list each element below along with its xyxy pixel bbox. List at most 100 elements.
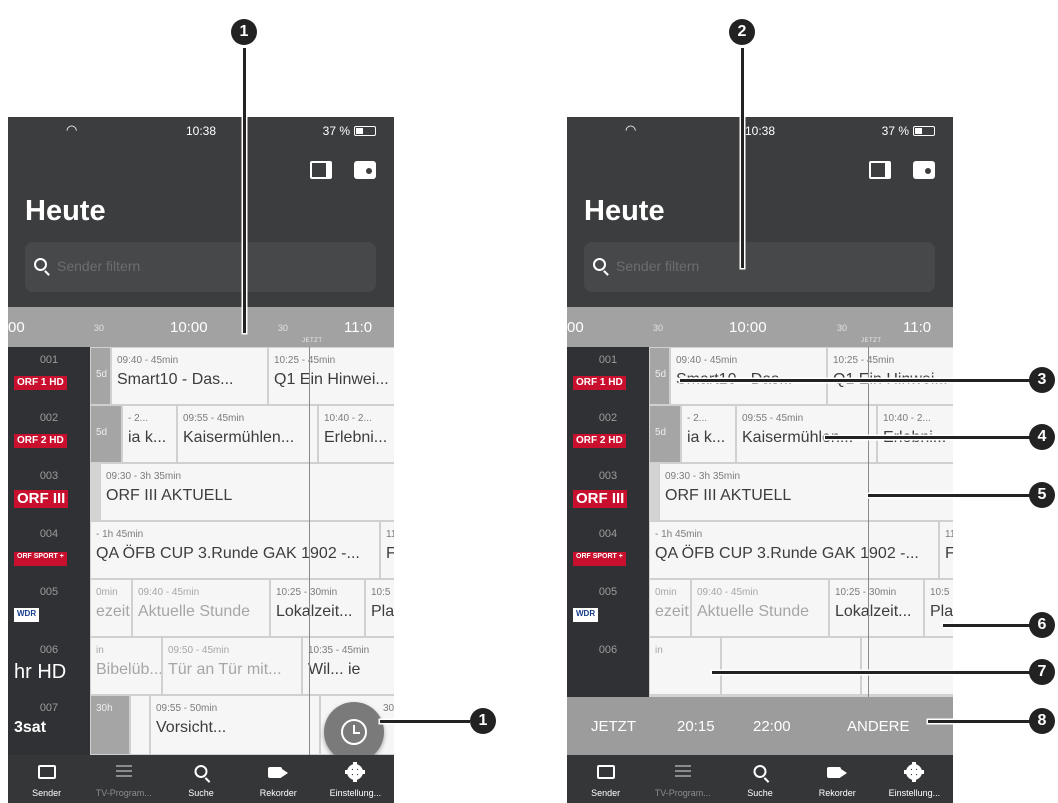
program-cell[interactable]: in (649, 637, 721, 695)
tab-einstellungen[interactable]: Einstellung... (876, 755, 953, 803)
program-time: 09:30 - 3h 35min (665, 471, 741, 482)
program-cell[interactable]: 11 F (380, 521, 394, 579)
time-picker-button[interactable] (324, 702, 384, 762)
time-option-now[interactable]: JETZT (591, 718, 636, 735)
program-cell[interactable]: 5d (649, 405, 681, 463)
time-option-2200[interactable]: 22:00 (753, 718, 791, 735)
channel-row[interactable]: 002 ORF 2 HD (567, 405, 649, 463)
page-title: Heute (25, 195, 106, 227)
channel-row[interactable]: 002 ORF 2 HD (8, 405, 90, 463)
program-cell[interactable]: 11 F (939, 521, 953, 579)
program-cell[interactable]: 5d (649, 347, 670, 405)
program-cell[interactable] (130, 695, 150, 755)
program-cell[interactable]: 30h (90, 695, 130, 755)
program-cell[interactable]: 09:30 - 3h 35min ORF III AKTUELL (659, 463, 953, 521)
channel-number: 007 (39, 702, 59, 714)
search-input[interactable]: Sender filtern (25, 242, 376, 292)
tab-suche[interactable]: Suche (721, 755, 798, 803)
channel-row[interactable]: 005 WDR (8, 579, 90, 637)
program-title: Bibelüb... (96, 661, 162, 678)
program-cell[interactable]: 10:25 - 45minQ1 Ein Hinwei... (827, 347, 953, 405)
program-cell[interactable]: 10:5 Plar (365, 579, 394, 637)
program-cell[interactable]: 10:25 - 30min Lokalzeit... (270, 579, 365, 637)
program-cell[interactable]: - 2... ia k... (681, 405, 736, 463)
channel-row[interactable]: 006 hr HD (8, 637, 90, 695)
program-cell[interactable]: - 1h 45min QA ÖFB CUP 3.Runde GAK 1902 -.… (649, 521, 939, 579)
tab-suche[interactable]: Suche (162, 755, 239, 803)
program-cell[interactable]: in Bibelüb... (90, 637, 162, 695)
program-cell[interactable]: - 1h 45min QA ÖFB CUP 3.Runde GAK 1902 -.… (90, 521, 380, 579)
program-cell[interactable]: 0min ezeit (90, 579, 132, 637)
program-cell[interactable]: 09:55 - 45min Kaisermühlen... (736, 405, 877, 463)
program-cell[interactable]: 09:40 - 45min Aktuelle Stunde (132, 579, 270, 637)
channel-number: 001 (598, 354, 618, 366)
time-axis[interactable]: 00 30 10:00 30 JETZT 11:0 (567, 307, 953, 347)
channel-logo: ORF SPORT + (14, 552, 67, 566)
tab-rekorder[interactable]: Rekorder (799, 755, 876, 803)
channel-row[interactable]: 004 ORF SPORT + (8, 521, 90, 579)
program-time: in (655, 645, 663, 656)
time-option-other[interactable]: ANDERE (847, 718, 910, 735)
page-title: Heute (584, 195, 665, 227)
program-time: 09:55 - 45min (183, 413, 245, 424)
channel-row[interactable]: 005 WDR (567, 579, 649, 637)
program-cell[interactable]: 09:55 - 50min Vorsicht... (150, 695, 320, 755)
channel-number: 006 (598, 644, 618, 656)
list-icon (115, 765, 132, 777)
tab-tv-program[interactable]: TV-Program... (644, 755, 721, 803)
program-cell[interactable]: 09:50 - 45min Tür an Tür mit... (162, 637, 302, 695)
program-cell[interactable]: 5d (90, 405, 122, 463)
channel-row[interactable]: 003 ORF III (567, 463, 649, 521)
program-cell[interactable]: 10:5 Plar (924, 579, 953, 637)
channel-logo: ORF III (14, 490, 69, 508)
channel-number: 003 (598, 470, 618, 482)
channel-row[interactable]: 001 ORF 1 HD (567, 347, 649, 405)
program-title: Lokalzeit... (835, 603, 912, 620)
channel-number: 004 (39, 528, 59, 540)
cast-icon[interactable] (310, 161, 332, 179)
program-cell[interactable] (861, 637, 953, 695)
search-icon (753, 765, 767, 778)
channel-row[interactable]: 001 ORF 1 HD (8, 347, 90, 405)
program-cell[interactable]: 09:30 - 3h 35min ORF III AKTUELL (100, 463, 394, 521)
program-title: Wil... ie (308, 661, 361, 678)
program-cell[interactable]: 10:35 - 45min Wil... ie (302, 637, 394, 695)
program-cell[interactable]: 09:55 - 45min Kaisermühlen... (177, 405, 318, 463)
time-axis[interactable]: 00 30 10:00 30 JETZT 11:0 (8, 307, 394, 347)
tab-sender[interactable]: Sender (8, 755, 85, 803)
radio-icon[interactable] (354, 161, 376, 179)
program-cell[interactable]: 10:25 - 45minQ1 Ein Hinwei... (268, 347, 394, 405)
channel-row[interactable]: 004 ORF SPORT + (567, 521, 649, 579)
tab-rekorder[interactable]: Rekorder (240, 755, 317, 803)
program-cell[interactable]: 09:40 - 45min Aktuelle Stunde (691, 579, 829, 637)
tab-tv-program[interactable]: TV-Program... (85, 755, 162, 803)
program-time: 09:40 - 45min (138, 587, 200, 598)
tab-sender[interactable]: Sender (567, 755, 644, 803)
tab-einstellungen[interactable]: Einstellung... (317, 755, 394, 803)
cast-icon[interactable] (869, 161, 891, 179)
program-cell[interactable]: 0min ezeit (649, 579, 691, 637)
tab-bar: Sender TV-Program... Suche Rekorder Eins… (8, 755, 394, 803)
status-bar: ◠ 10:38 37 % (567, 117, 953, 143)
channel-row[interactable]: 003 ORF III (8, 463, 90, 521)
program-time: 0min (655, 587, 677, 598)
program-time: 09:30 - 3h 35min (106, 471, 182, 482)
program-cell[interactable] (721, 637, 861, 695)
program-time: 10:40 - 2... (324, 413, 372, 424)
search-input[interactable]: Sender filtern (584, 242, 935, 292)
app-header: ◠ 10:38 37 % Heute Sender filtern (567, 117, 953, 307)
program-cell[interactable]: 10:40 - 2...Erlebni... (318, 405, 394, 463)
time-option-2015[interactable]: 20:15 (677, 718, 715, 735)
program-title: F (386, 545, 394, 563)
radio-icon[interactable] (913, 161, 935, 179)
callout-leader (825, 436, 1030, 439)
program-cell[interactable]: 10:25 - 30min Lokalzeit... (829, 579, 924, 637)
program-cell[interactable]: 09:40 - 45minSmart10 - Das... (111, 347, 268, 405)
program-cell[interactable]: 5d (90, 347, 111, 405)
program-cell[interactable]: - 2... ia k... (122, 405, 177, 463)
channel-row[interactable]: 006 (567, 637, 649, 695)
channel-row[interactable]: 007 3sat (8, 695, 90, 753)
callout-leader (680, 379, 1030, 382)
program-cell[interactable]: 09:40 - 45minSmart10 - Das... (670, 347, 827, 405)
program-cell[interactable]: 10:40 - 2...Erlebni... (877, 405, 953, 463)
